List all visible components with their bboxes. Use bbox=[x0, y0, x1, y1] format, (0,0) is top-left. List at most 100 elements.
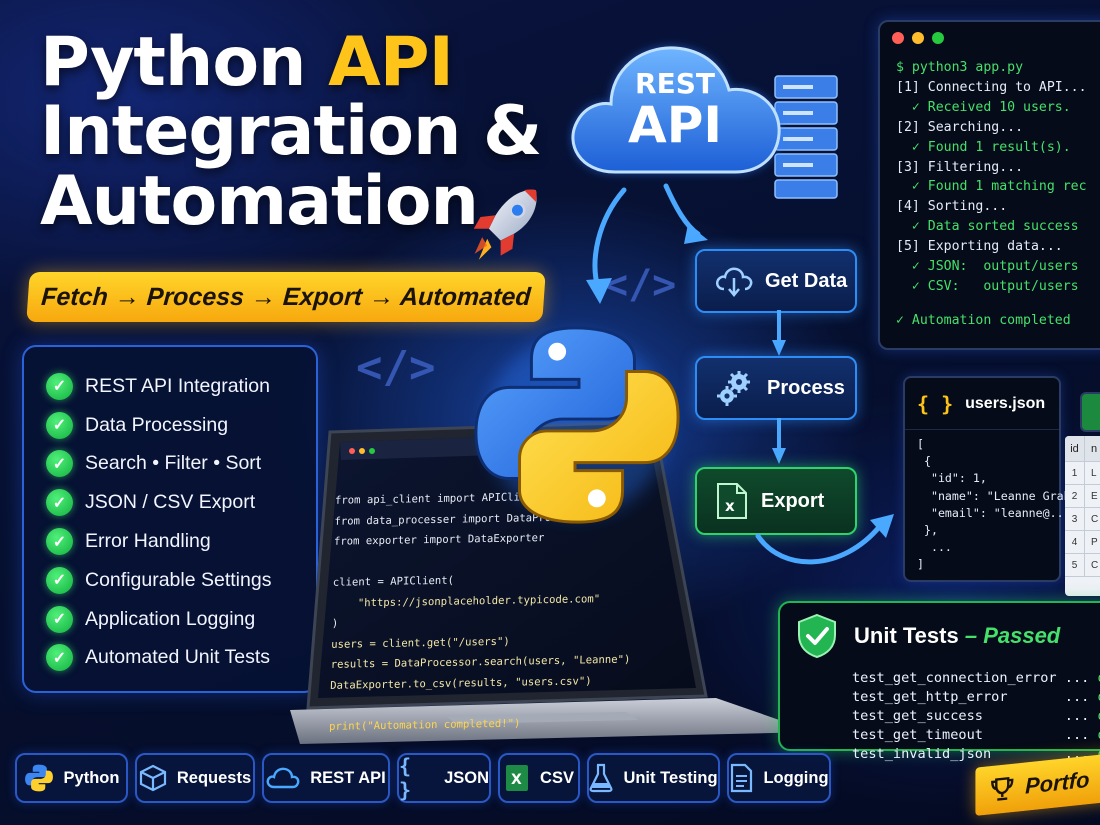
csv-cell: 5 bbox=[1065, 554, 1085, 576]
cloud-icon bbox=[266, 767, 300, 789]
terminal-line: ✓ Data sorted success bbox=[896, 219, 1079, 235]
unit-tests-title: Unit Tests bbox=[854, 623, 959, 648]
terminal-line: [1] Connecting to API... bbox=[896, 79, 1087, 95]
terminal-window: $ python3 app.py [1] Connecting to API...… bbox=[878, 20, 1100, 350]
tagline-banner: Fetch → Process → Export → Automated bbox=[26, 272, 546, 322]
terminal-line: ✓ CSV: output/users bbox=[896, 278, 1079, 294]
csv-cell: L bbox=[1091, 467, 1097, 479]
feature-item: ✓ REST API Integration bbox=[46, 367, 316, 406]
csv-file-icon bbox=[1080, 392, 1100, 432]
terminal-line: ✓ Found 1 matching rec bbox=[896, 179, 1087, 195]
terminal-line: ✓ Found 1 result(s). bbox=[896, 139, 1071, 155]
badge-csv: X CSV bbox=[498, 753, 580, 803]
check-icon: ✓ bbox=[46, 528, 73, 556]
flow-get-data: Get Data bbox=[695, 249, 857, 313]
test-name: test_invalid_json bbox=[852, 746, 992, 762]
feature-item: ✓ Configurable Settings bbox=[46, 561, 316, 600]
csv-row: 1L bbox=[1065, 462, 1100, 485]
python-icon bbox=[24, 764, 53, 792]
terminal-line: [5] Exporting data... bbox=[896, 239, 1063, 255]
document-icon bbox=[731, 763, 753, 793]
flask-icon bbox=[589, 763, 613, 793]
check-icon: ✓ bbox=[46, 489, 73, 517]
csv-cell: P bbox=[1091, 536, 1098, 548]
test-result-line: test_get_timeout ... ok bbox=[852, 726, 1100, 745]
csv-row: 2E bbox=[1065, 485, 1100, 508]
rocket-icon bbox=[473, 189, 537, 260]
unit-tests-status: Passed bbox=[983, 623, 1061, 648]
csv-header-cell: n bbox=[1091, 442, 1098, 455]
test-dots: ... bbox=[1007, 689, 1098, 705]
json-line: ] bbox=[917, 557, 924, 572]
json-line: "id": 1, bbox=[917, 471, 987, 486]
badge-python: Python bbox=[15, 753, 128, 803]
code-brackets-icon: </> bbox=[356, 342, 436, 393]
json-line: [ bbox=[917, 437, 924, 451]
csv-cell: 4 bbox=[1065, 531, 1085, 553]
json-line: "email": "leanne@..." bbox=[917, 505, 1078, 520]
test-result-line: test_get_http_error ... ok bbox=[852, 688, 1100, 707]
svg-text:X: X bbox=[511, 772, 522, 788]
check-icon: ✓ bbox=[46, 566, 73, 594]
package-icon bbox=[139, 764, 166, 792]
json-panel: { } users.json [ { "id": 1, "name": "Lea… bbox=[903, 376, 1098, 582]
gears-icon bbox=[717, 371, 750, 406]
json-panel-header: { } users.json bbox=[905, 378, 1059, 430]
csv-row: 3C bbox=[1065, 508, 1100, 531]
check-icon: ✓ bbox=[46, 411, 73, 439]
terminal-line: [3] Filtering... bbox=[896, 159, 1024, 175]
cloud-label: REST API bbox=[628, 67, 722, 154]
braces-icon: { } bbox=[399, 754, 412, 802]
csv-cell: 2 bbox=[1065, 485, 1085, 507]
csv-header-cell: id bbox=[1065, 436, 1085, 461]
csv-cell: 1 bbox=[1065, 462, 1085, 484]
maximize-dot bbox=[932, 32, 944, 44]
feature-item: ✓ Error Handling bbox=[46, 522, 316, 561]
feature-item: ✓ Search • Filter • Sort bbox=[46, 445, 316, 484]
test-name: test_get_timeout bbox=[852, 727, 983, 743]
csv-cell: C bbox=[1091, 559, 1099, 571]
test-name: test_get_http_error bbox=[852, 689, 1008, 705]
badge-json: { } JSON bbox=[397, 753, 491, 803]
terminal-line: $ python3 app.py bbox=[896, 60, 1024, 75]
terminal-line: ✓ JSON: output/users bbox=[896, 259, 1079, 275]
csv-cell: C bbox=[1091, 513, 1099, 525]
unit-tests-panel: Unit Tests – Passed test_get_connection_… bbox=[778, 601, 1100, 762]
braces-icon: { } bbox=[917, 391, 954, 416]
badge-logging: Logging bbox=[727, 753, 831, 803]
csv-row: 5C bbox=[1065, 554, 1100, 577]
trophy-icon bbox=[991, 777, 1014, 801]
json-line: { bbox=[917, 454, 931, 469]
minimize-dot bbox=[912, 32, 924, 44]
test-result-line: test_get_success ... ok bbox=[852, 707, 1100, 726]
csv-cell: E bbox=[1091, 490, 1098, 502]
python-logo-icon bbox=[474, 326, 680, 524]
json-line: ... bbox=[917, 540, 952, 555]
test-dots: ... bbox=[1056, 670, 1098, 686]
feature-item: ✓ JSON / CSV Export bbox=[46, 483, 316, 522]
close-dot bbox=[892, 32, 904, 44]
terminal-line: [4] Sorting... bbox=[896, 199, 1008, 215]
arrow-down-icon bbox=[772, 310, 786, 356]
csv-header-row: id n bbox=[1065, 436, 1100, 462]
title-line-1: Python API bbox=[40, 23, 454, 102]
terminal-line: [2] Searching... bbox=[896, 119, 1024, 135]
tagline-text: Fetch → Process → Export → Automated bbox=[40, 282, 532, 311]
unit-tests-header: Unit Tests – Passed bbox=[780, 603, 1100, 659]
test-dots: ... bbox=[982, 727, 1098, 743]
check-icon: ✓ bbox=[46, 644, 73, 672]
csv-table: id n 1 L 2 E 3 C 4 P 5 C bbox=[1065, 436, 1100, 596]
terminal-line: ✓ Automation completed bbox=[896, 312, 1071, 328]
title-line-2: Integration & bbox=[40, 92, 542, 172]
test-result-line: test_get_connection_error ... ok bbox=[852, 669, 1100, 688]
window-controls bbox=[880, 22, 1100, 44]
badge-rest-api: REST API bbox=[262, 753, 390, 803]
feature-item: ✓ Automated Unit Tests bbox=[46, 639, 316, 678]
badge-unit-testing: Unit Testing bbox=[587, 753, 720, 803]
json-file-name: users.json bbox=[965, 394, 1046, 412]
feature-item: ✓ Data Processing bbox=[46, 406, 316, 445]
terminal-line: ✓ Received 10 users. bbox=[896, 99, 1071, 115]
check-icon: ✓ bbox=[46, 450, 73, 478]
feature-item: ✓ Application Logging bbox=[46, 600, 316, 639]
